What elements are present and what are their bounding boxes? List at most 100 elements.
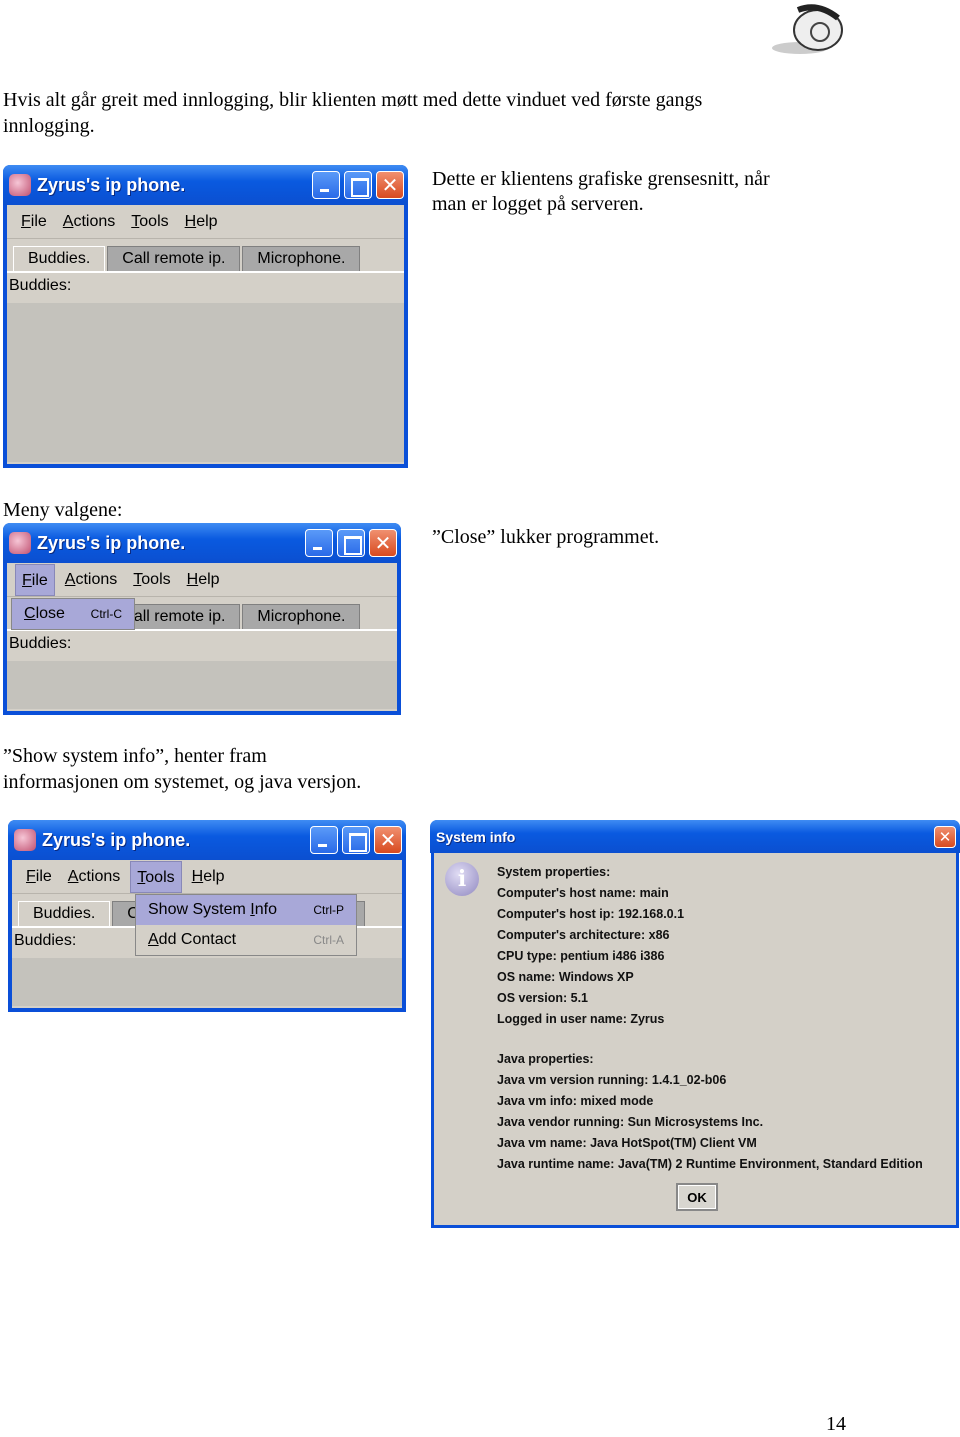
phone-logo-icon <box>772 4 843 54</box>
desc-line-1: Dette er klientens grafiske grensesnitt,… <box>432 168 770 190</box>
menu-file[interactable]: File <box>20 861 58 893</box>
menu-help[interactable]: Help <box>179 206 224 238</box>
mnemonic: A <box>67 867 79 885</box>
menu-item-show-system-info[interactable]: Show System Info Ctrl-P <box>136 895 356 925</box>
page-number: 14 <box>826 1413 846 1435</box>
file-dropdown: Close Ctrl-C <box>11 598 135 630</box>
mnemonic: H <box>184 212 197 230</box>
maximize-button[interactable] <box>342 826 370 854</box>
ok-button[interactable]: OK <box>676 1183 718 1211</box>
menu-item-label: dd Contact <box>158 931 237 948</box>
buddies-list[interactable] <box>7 661 397 709</box>
mnemonic: A <box>64 570 76 588</box>
mnemonic: F <box>21 212 31 230</box>
sys-line: Computer's host name: main <box>497 886 669 900</box>
shortcut: Ctrl-P <box>313 903 344 917</box>
java-line: Java runtime name: Java(TM) 2 Runtime En… <box>497 1157 923 1171</box>
dialog-close-button[interactable] <box>934 825 956 848</box>
minimize-button[interactable] <box>305 529 333 557</box>
menu-bar: File Actions Tools Help <box>7 563 397 597</box>
dialog-title: System info <box>436 828 516 845</box>
tab-buddies[interactable]: Buddies. <box>13 246 106 271</box>
meny-label: Meny valgene: <box>3 499 123 521</box>
menu-file[interactable]: File <box>15 206 53 238</box>
java-line: Java vm info: mixed mode <box>497 1094 654 1108</box>
menu-label: ools <box>139 212 169 230</box>
title-bar: Zyrus's ip phone. <box>3 523 401 563</box>
shortcut: Ctrl-A <box>313 933 344 947</box>
app-icon <box>9 532 31 554</box>
sys-line: Logged in user name: Zyrus <box>497 1012 665 1026</box>
mnemonic: A <box>62 212 74 230</box>
mnemonic: A <box>148 931 159 948</box>
minimize-button[interactable] <box>312 171 340 199</box>
maximize-button[interactable] <box>344 171 372 199</box>
tools-dropdown: Show System Info Ctrl-P Add Contact Ctrl-A <box>135 894 357 956</box>
java-line: Java vm version running: 1.4.1_02-b06 <box>497 1073 727 1087</box>
tab-buddies[interactable]: Buddies. <box>18 901 111 926</box>
tab-microphone[interactable]: Microphone. <box>242 604 361 629</box>
sys-line: Computer's architecture: x86 <box>497 928 670 942</box>
dialog-title-bar: System info <box>430 820 960 853</box>
tab-bar: Buddies. Call remote ip. Microphone. <box>7 239 404 273</box>
sysinfo-desc-2: informasjonen om systemet, og java versj… <box>3 771 362 793</box>
menu-bar: File Actions Tools Help <box>12 860 402 894</box>
buddies-list[interactable] <box>7 303 404 462</box>
menu-label: elp <box>198 570 220 588</box>
minimize-button[interactable] <box>310 826 338 854</box>
buddies-list[interactable] <box>12 958 402 1006</box>
menu-file[interactable]: File <box>15 563 55 596</box>
close-window-button[interactable] <box>376 171 404 199</box>
sys-line: Computer's host ip: 192.168.0.1 <box>497 907 685 921</box>
window-title: Zyrus's ip phone. <box>42 829 191 850</box>
title-bar: Zyrus's ip phone. <box>8 820 406 860</box>
close-desc: ”Close” lukker programmet. <box>432 526 660 548</box>
system-info-dialog: System info i System properties: Compute… <box>430 820 960 1228</box>
sys-line: CPU type: pentium i486 i386 <box>497 949 665 963</box>
menu-bar: File Actions Tools Help <box>7 205 404 239</box>
tab-call-remote-ip[interactable]: Call remote ip. <box>107 246 241 271</box>
menu-label: ools <box>145 868 175 886</box>
sys-line: System properties: <box>497 865 611 879</box>
sysinfo-desc-1: ”Show system info”, henter fram <box>3 745 267 767</box>
menu-actions[interactable]: Actions <box>57 206 121 238</box>
shortcut: Ctrl-C <box>90 607 122 621</box>
close-window-button[interactable] <box>374 826 402 854</box>
menu-help[interactable]: Help <box>186 861 231 893</box>
dialog-body: i System properties: Computer's host nam… <box>434 853 956 1225</box>
java-line: Java vendor running: Sun Microsystems In… <box>497 1115 764 1129</box>
info-icon: i <box>445 862 479 896</box>
tab-microphone[interactable]: Microphone. <box>242 246 361 271</box>
menu-label: elp <box>196 212 218 230</box>
intro-line-2: innlogging. <box>3 115 95 137</box>
window-title: Zyrus's ip phone. <box>37 532 186 553</box>
mnemonic: F <box>22 571 32 589</box>
menu-actions[interactable]: Actions <box>59 564 123 596</box>
mnemonic: C <box>24 605 36 622</box>
mnemonic: F <box>26 867 36 885</box>
app-window-main: Zyrus's ip phone. File Actions Tools Hel… <box>3 165 408 468</box>
desc-line-2: man er logget på serveren. <box>432 193 644 215</box>
menu-item-close[interactable]: Close Ctrl-C <box>12 599 134 629</box>
menu-tools[interactable]: Tools <box>127 564 176 596</box>
menu-actions[interactable]: Actions <box>62 861 126 893</box>
mnemonic: H <box>191 867 204 885</box>
maximize-button[interactable] <box>337 529 365 557</box>
menu-item-label: Show System <box>148 901 251 918</box>
menu-help[interactable]: Help <box>181 564 226 596</box>
menu-item-add-contact[interactable]: Add Contact Ctrl-A <box>136 925 356 955</box>
menu-label: ctions <box>78 867 121 885</box>
close-window-button[interactable] <box>369 529 397 557</box>
mnemonic: H <box>186 570 199 588</box>
intro-line-1: Hvis alt går greit med innlogging, blir … <box>3 89 703 111</box>
java-line: Java vm name: Java HotSpot(TM) Client VM <box>497 1136 757 1150</box>
menu-tools[interactable]: Tools <box>130 860 182 893</box>
menu-label: ile <box>30 212 47 230</box>
menu-item-label: lose <box>35 605 65 622</box>
sys-line: OS name: Windows XP <box>497 970 634 984</box>
menu-tools[interactable]: Tools <box>125 206 174 238</box>
buddies-label: Buddies: <box>9 635 72 652</box>
menu-label: ile <box>35 867 52 885</box>
app-window-file-menu: Zyrus's ip phone. File Actions Tools Hel… <box>3 523 401 715</box>
app-window-tools-menu: Zyrus's ip phone. File Actions Tools Hel… <box>8 820 406 1012</box>
